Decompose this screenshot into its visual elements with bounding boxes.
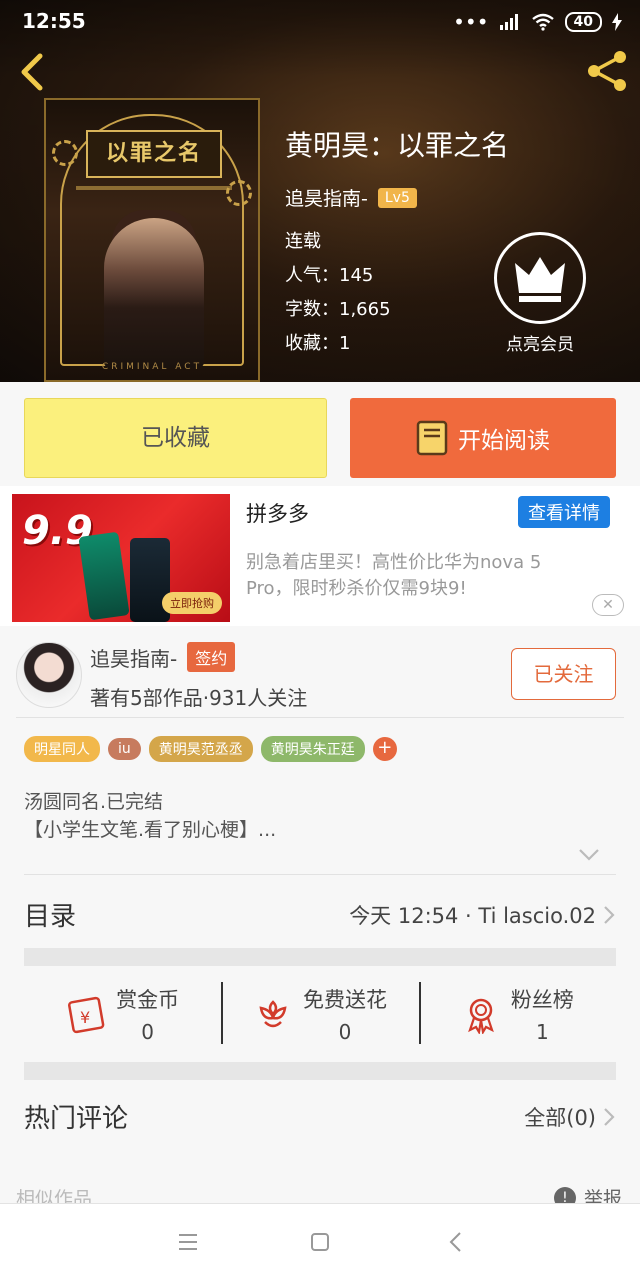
- chevron-down-icon[interactable]: [578, 848, 600, 862]
- vip-button[interactable]: 点亮会员: [494, 232, 586, 355]
- cover-subline: [76, 186, 232, 190]
- chevron-right-icon: [604, 906, 615, 924]
- tag-item[interactable]: 黄明昊范丞丞: [148, 736, 253, 762]
- book-favorites: 收藏：1: [285, 333, 351, 354]
- status-bar: 12:55 ••• 40: [0, 0, 640, 44]
- add-tag-icon[interactable]: +: [372, 737, 397, 761]
- signal-icon: [499, 14, 518, 30]
- reward-coins-button[interactable]: ¥ 赏金币 0: [24, 966, 221, 1062]
- description-line: 【小学生文笔.看了别心梗】...: [24, 819, 277, 841]
- ad-banner[interactable]: 9.9 元 立即抢购 拼多多 查看详情 别急着店里买！高性价比华为nova 5 …: [0, 486, 640, 626]
- author-stats: 著有5部作品·931人关注: [90, 686, 308, 710]
- description-line: 汤圆同名.已完结: [24, 791, 164, 813]
- author-name-row: 追昊指南- 签约: [90, 642, 236, 672]
- cover-logo: 以罪之名: [86, 130, 222, 178]
- toc-title[interactable]: 目录: [24, 896, 76, 933]
- book-word-count: 字数：1,665: [285, 299, 391, 320]
- stats-row: ¥ 赏金币 0 免费送花 0 粉丝榜 1: [24, 966, 616, 1062]
- book-cover[interactable]: 以罪之名 CRIMINAL ACT: [44, 98, 260, 382]
- book-info: 黄明昊：以罪之名 追昊指南- Lv5 连载 人气：145 字数：1,665 收藏…: [285, 124, 509, 361]
- back-arrow-icon[interactable]: [14, 50, 54, 94]
- follow-button[interactable]: 已关注: [511, 648, 616, 700]
- coin-envelope-icon: ¥: [68, 996, 105, 1034]
- chevron-right-icon: [604, 1108, 615, 1126]
- battery-icon: 40: [564, 12, 602, 32]
- cover-figure: [104, 218, 204, 368]
- section-separator: [24, 948, 616, 966]
- status-icons: ••• 40: [453, 10, 622, 34]
- ad-phone-image: [78, 531, 130, 621]
- ad-buy-label: 立即抢购: [162, 592, 222, 614]
- stat-label: 免费送花: [302, 988, 387, 1012]
- status-time: 12:55: [22, 9, 86, 33]
- crown-icon: [494, 232, 586, 324]
- author-section: 追昊指南- 签约 著有5部作品·931人关注 已关注 明星同人 iu 黄明昊范丞…: [0, 626, 640, 1210]
- tag-list: 明星同人 iu 黄明昊范丞丞 黄明昊朱正廷 +: [24, 736, 397, 762]
- ad-description: 别急着店里买！高性价比华为nova 5 Pro，限时秒杀价仅需9块9!: [246, 552, 542, 599]
- start-reading-label: 开始阅读: [458, 428, 550, 454]
- book-description[interactable]: 汤圆同名.已完结 【小学生文笔.看了别心梗】...: [24, 788, 276, 844]
- signed-badge: 签约: [187, 642, 236, 672]
- book-meta: 连载 人气：145 字数：1,665 收藏：1: [285, 225, 509, 361]
- start-reading-button[interactable]: 开始阅读: [350, 398, 616, 478]
- book-status: 连载: [285, 231, 321, 252]
- stat-label: 粉丝榜: [510, 988, 574, 1012]
- share-icon[interactable]: [584, 48, 630, 94]
- book-author[interactable]: 追昊指南-: [285, 184, 368, 211]
- award-ribbon-icon: [467, 998, 494, 1034]
- author-name[interactable]: 追昊指南-: [90, 643, 177, 672]
- stat-value: 0: [338, 1020, 352, 1044]
- stat-value: 0: [141, 1020, 155, 1044]
- favorited-button[interactable]: 已收藏: [24, 398, 327, 478]
- ad-brand: 拼多多: [246, 502, 309, 526]
- ad-image[interactable]: 9.9 元 立即抢购: [12, 494, 230, 622]
- menu-icon[interactable]: [176, 1230, 200, 1254]
- author-level-badge: Lv5: [377, 187, 417, 208]
- book-title: 黄明昊：以罪之名: [285, 129, 510, 162]
- ad-detail-button[interactable]: 查看详情: [518, 496, 610, 528]
- vip-label: 点亮会员: [506, 335, 574, 355]
- book-popularity: 人气：145: [285, 265, 374, 286]
- tag-item[interactable]: 明星同人: [24, 736, 100, 762]
- tag-item[interactable]: iu: [108, 738, 141, 760]
- cover-gear-icon: [226, 180, 252, 206]
- svg-text:¥: ¥: [80, 1008, 90, 1027]
- divider: [24, 874, 616, 875]
- all-comments-label: 全部(0): [524, 1106, 596, 1130]
- charging-icon: [612, 13, 622, 31]
- fan-ranking-button[interactable]: 粉丝榜 1: [418, 966, 616, 1062]
- book-header: 12:55 ••• 40 以罪之名 CRIMINAL ACT 黄明昊：以罪之名 …: [0, 0, 640, 382]
- toc-latest-label: 今天 12:54 · Ti lascio.02: [349, 904, 596, 928]
- toc-latest-chapter[interactable]: 今天 12:54 · Ti lascio.02: [349, 900, 616, 930]
- wifi-icon: [531, 13, 554, 31]
- cover-bottom-text: CRIMINAL ACT: [101, 362, 203, 372]
- all-comments-link[interactable]: 全部(0): [524, 1102, 616, 1132]
- send-flower-button[interactable]: 免费送花 0: [221, 966, 418, 1062]
- book-author-row[interactable]: 追昊指南- Lv5: [285, 184, 509, 211]
- section-separator: [24, 1062, 616, 1080]
- avatar[interactable]: [16, 642, 82, 708]
- ad-close-button[interactable]: ✕: [592, 594, 624, 616]
- hot-comments-title: 热门评论: [24, 1104, 129, 1134]
- back-icon[interactable]: [444, 1230, 468, 1254]
- book-icon: [416, 420, 448, 456]
- flower-icon: [259, 1000, 287, 1028]
- home-icon[interactable]: [308, 1230, 332, 1254]
- stat-label: 赏金币: [116, 988, 180, 1012]
- divider: [16, 717, 624, 718]
- more-dots-icon: •••: [453, 10, 489, 34]
- system-navigation-bar: [0, 1203, 640, 1280]
- cover-gear-icon: [52, 140, 78, 166]
- tag-item[interactable]: 黄明昊朱正廷: [260, 736, 365, 762]
- stat-value: 1: [535, 1020, 549, 1044]
